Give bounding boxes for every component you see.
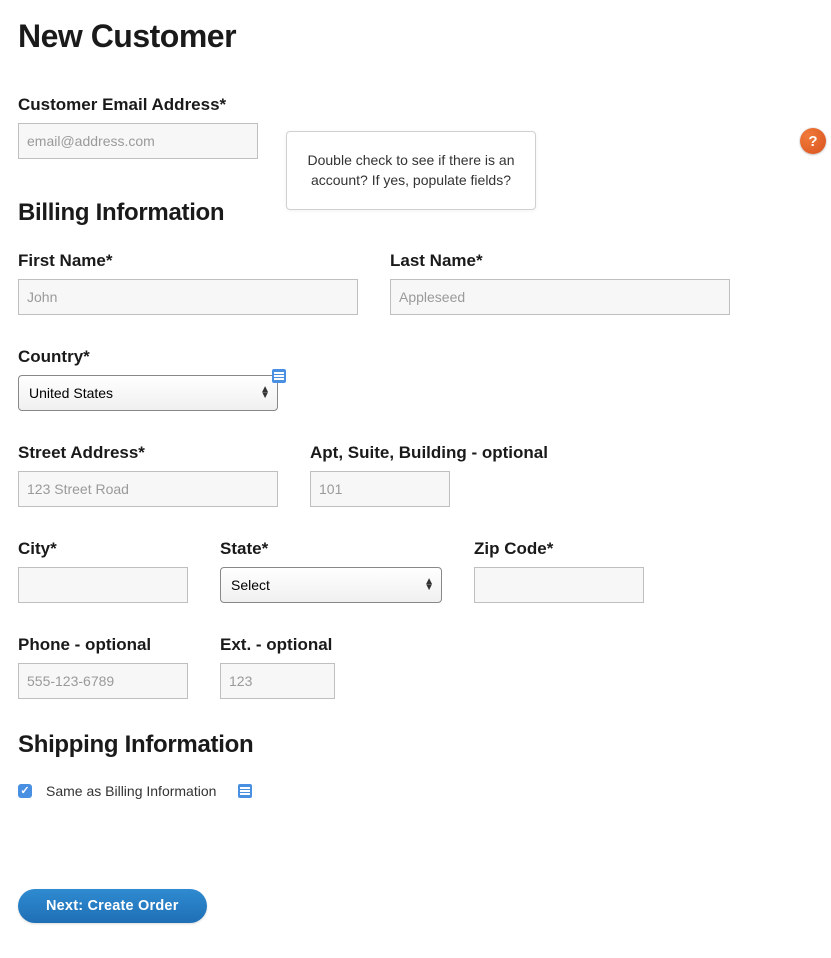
phone-label: Phone - optional: [18, 635, 188, 655]
phone-input[interactable]: [18, 663, 188, 699]
page-title: New Customer: [18, 18, 813, 55]
state-select[interactable]: Select: [220, 567, 442, 603]
last-name-label: Last Name*: [390, 251, 730, 271]
country-select[interactable]: United States: [18, 375, 278, 411]
apt-label: Apt, Suite, Building - optional: [310, 443, 548, 463]
street-input[interactable]: [18, 471, 278, 507]
email-input[interactable]: [18, 123, 258, 159]
comment-icon[interactable]: [272, 369, 286, 383]
same-as-billing-checkbox[interactable]: [18, 784, 32, 798]
ext-input[interactable]: [220, 663, 335, 699]
same-as-billing-label: Same as Billing Information: [46, 783, 216, 799]
help-icon[interactable]: ?: [800, 128, 826, 154]
street-label: Street Address*: [18, 443, 278, 463]
zip-label: Zip Code*: [474, 539, 644, 559]
shipping-section-title: Shipping Information: [18, 731, 813, 759]
city-label: City*: [18, 539, 188, 559]
state-label: State*: [220, 539, 442, 559]
last-name-input[interactable]: [390, 279, 730, 315]
first-name-input[interactable]: [18, 279, 358, 315]
ext-label: Ext. - optional: [220, 635, 335, 655]
city-input[interactable]: [18, 567, 188, 603]
first-name-label: First Name*: [18, 251, 358, 271]
zip-input[interactable]: [474, 567, 644, 603]
country-label: Country*: [18, 347, 278, 367]
apt-input[interactable]: [310, 471, 450, 507]
email-tooltip: Double check to see if there is an accou…: [286, 131, 536, 210]
comment-icon[interactable]: [238, 784, 252, 798]
email-label: Customer Email Address*: [18, 95, 813, 115]
next-create-order-button[interactable]: Next: Create Order: [18, 889, 207, 923]
